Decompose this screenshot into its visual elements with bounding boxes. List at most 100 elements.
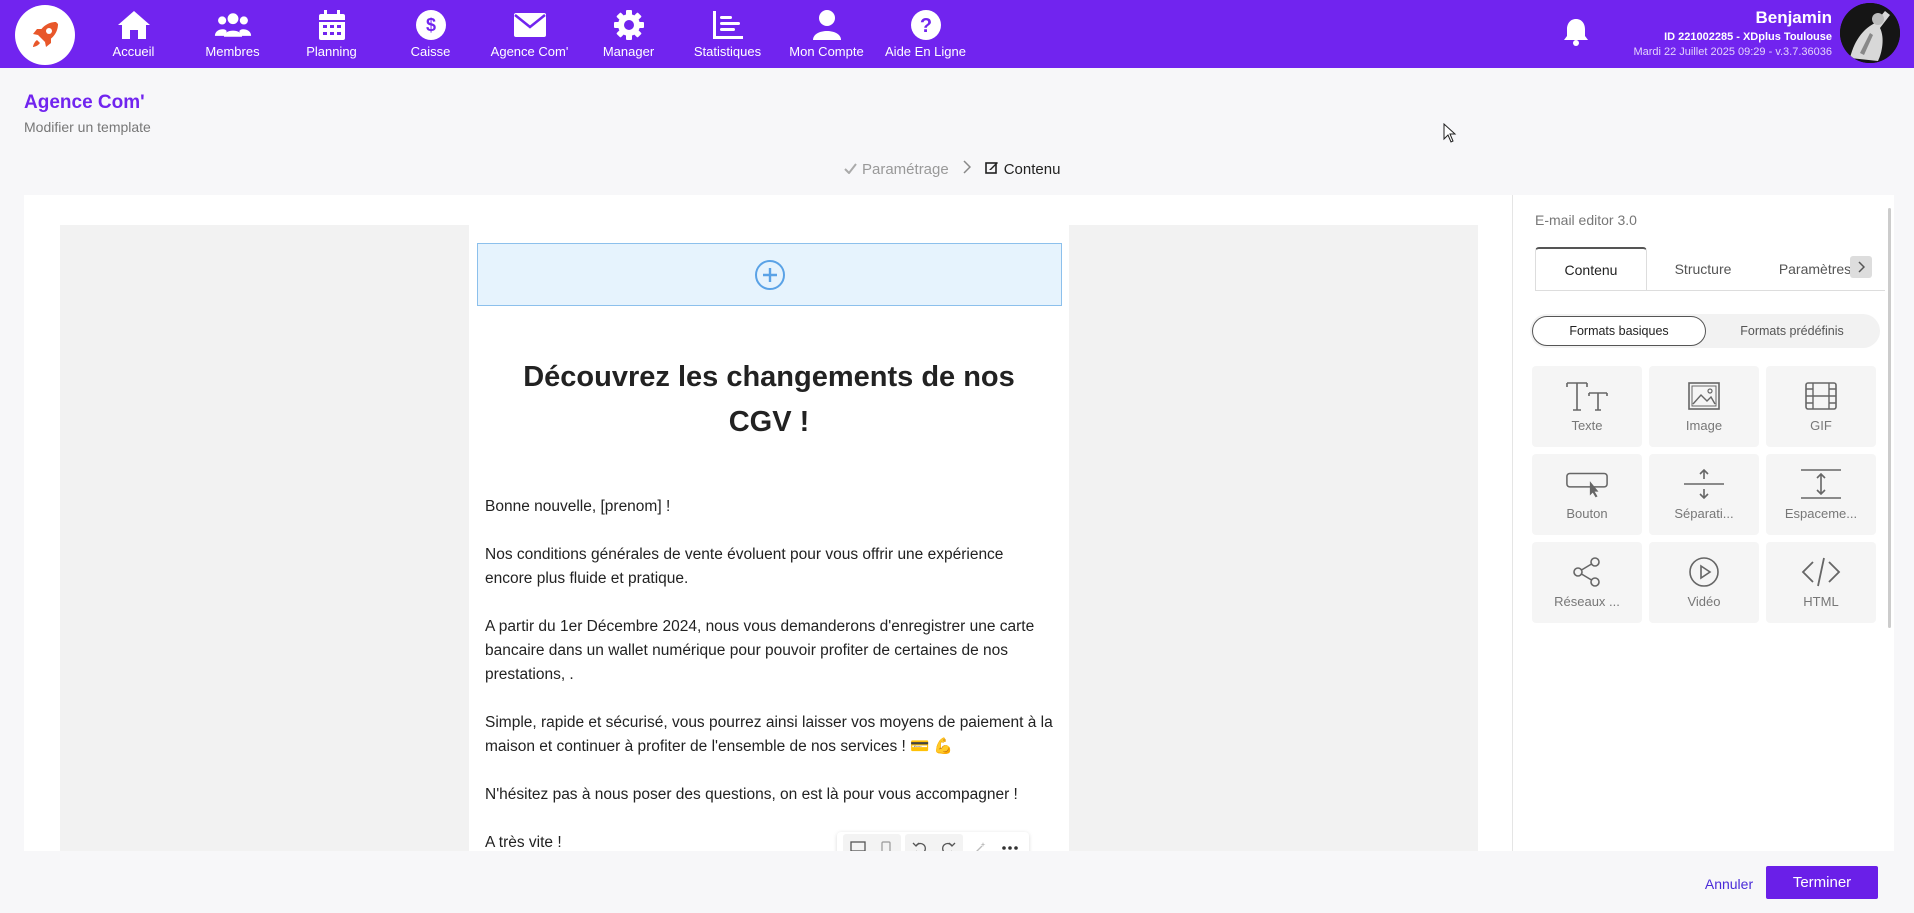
block-label: Texte: [1571, 418, 1603, 433]
block-separateur[interactable]: Séparati...: [1649, 454, 1759, 535]
block-label: HTML: [1803, 594, 1839, 609]
nav-item-accueil[interactable]: Accueil: [84, 0, 183, 68]
users-icon: [214, 8, 252, 42]
nav-label: Accueil: [112, 44, 155, 59]
share-icon: [1565, 554, 1609, 590]
block-label: GIF: [1810, 418, 1832, 433]
segment-formats-basiques[interactable]: Formats basiques: [1532, 316, 1706, 346]
footer-bar: [0, 851, 1914, 913]
block-espacement[interactable]: Espaceme...: [1766, 454, 1876, 535]
block-gif[interactable]: GIF: [1766, 366, 1876, 447]
tab-contenu[interactable]: Contenu: [1535, 247, 1647, 290]
email-headline[interactable]: Découvrez les changements de nos CGV !: [509, 355, 1029, 445]
block-video[interactable]: Vidéo: [1649, 542, 1759, 623]
user-name: Benjamin: [1755, 8, 1832, 27]
block-label: Vidéo: [1687, 594, 1721, 609]
bell-icon[interactable]: [1562, 17, 1590, 47]
avatar[interactable]: [1840, 3, 1900, 63]
segment-formats-predefinis[interactable]: Formats prédéfinis: [1706, 316, 1878, 346]
help-icon: ?: [907, 8, 945, 42]
nav-item-planning[interactable]: Planning: [282, 0, 381, 68]
add-block-button[interactable]: [477, 243, 1062, 306]
button-icon: [1565, 466, 1609, 502]
block-image[interactable]: Image: [1649, 366, 1759, 447]
code-icon: [1799, 554, 1843, 590]
nav-item-mon-compte[interactable]: Mon Compte: [777, 0, 876, 68]
editor-area: Découvrez les changements de nos CGV ! B…: [24, 195, 1514, 851]
email-paragraph: Nos conditions générales de vente évolue…: [485, 546, 1004, 587]
email-paragraph: N'hésitez pas à nous poser des questions…: [485, 786, 1018, 803]
text-icon: [1565, 378, 1609, 414]
main-nav: Accueil Membres Planning $ Caisse Agence…: [84, 0, 975, 68]
user-id-line: ID 221002285 - XDplus Toulouse: [1664, 31, 1832, 43]
gear-icon: [610, 8, 648, 42]
block-bouton[interactable]: Bouton: [1532, 454, 1642, 535]
block-label: Image: [1685, 418, 1723, 433]
film-icon: [1799, 378, 1843, 414]
nav-item-aide-en-ligne[interactable]: ? Aide En Ligne: [876, 0, 975, 68]
tab-structure[interactable]: Structure: [1647, 247, 1759, 290]
user-info: Benjamin ID 221002285 - XDplus Toulouse …: [1633, 8, 1832, 58]
nav-label: Agence Com': [490, 44, 569, 59]
block-label: Bouton: [1566, 506, 1608, 521]
nav-item-statistiques[interactable]: Statistiques: [678, 0, 777, 68]
chevron-right-icon[interactable]: [1850, 256, 1872, 278]
step-label: Contenu: [1003, 160, 1061, 178]
page-title: Agence Com': [24, 92, 145, 113]
email-text-block[interactable]: Bonne nouvelle, [prenom] ! Nos condition…: [485, 495, 1055, 851]
chevron-right-icon: [963, 160, 971, 178]
nav-label: Caisse: [410, 44, 451, 59]
panel-title: E-mail editor 3.0: [1535, 212, 1637, 228]
home-icon: [115, 8, 153, 42]
divider-icon: [1682, 466, 1726, 502]
block-reseaux-sociaux[interactable]: Réseaux ...: [1532, 542, 1642, 623]
nav-label: Planning: [306, 44, 357, 59]
cancel-button[interactable]: Annuler: [1699, 869, 1759, 899]
nav-item-manager[interactable]: Manager: [579, 0, 678, 68]
step-contenu[interactable]: Contenu: [984, 160, 1061, 178]
nav-label: Manager: [602, 44, 655, 59]
content-blocks-grid: Texte Image GIF Bouton Séparati... Espac…: [1532, 366, 1878, 623]
rocket-logo-icon[interactable]: [15, 5, 75, 65]
nav-item-membres[interactable]: Membres: [183, 0, 282, 68]
play-icon: [1682, 554, 1726, 590]
nav-label: Aide En Ligne: [885, 44, 966, 59]
image-icon: [1682, 378, 1726, 414]
nav-item-agence-com[interactable]: Agence Com': [480, 0, 579, 68]
dollar-icon: $: [412, 8, 450, 42]
svg-text:$: $: [425, 15, 435, 35]
panel-scrollbar[interactable]: [1888, 208, 1891, 628]
user-date-line: Mardi 22 Juillet 2025 09:29 - v.3.7.3603…: [1633, 46, 1832, 58]
top-nav-bar: Accueil Membres Planning $ Caisse Agence…: [0, 0, 1914, 68]
block-html[interactable]: HTML: [1766, 542, 1876, 623]
calendar-icon: [313, 8, 351, 42]
svg-text:?: ?: [919, 15, 931, 37]
email-paragraph: Simple, rapide et sécurisé, vous pourrez…: [485, 714, 1053, 755]
format-segmented-control: Formats basiques Formats prédéfinis: [1530, 314, 1880, 348]
email-paragraph: Bonne nouvelle, [prenom] !: [485, 498, 671, 515]
page-subtitle: Modifier un template: [24, 119, 151, 135]
step-label: Paramétrage: [862, 160, 949, 178]
block-label: Réseaux ...: [1554, 594, 1620, 609]
block-label: Espaceme...: [1784, 506, 1858, 521]
nav-item-caisse[interactable]: $ Caisse: [381, 0, 480, 68]
step-parametrage[interactable]: Paramétrage: [844, 161, 949, 178]
finish-button[interactable]: Terminer: [1766, 866, 1878, 899]
nav-label: Statistiques: [693, 44, 762, 59]
block-label: Séparati...: [1674, 506, 1734, 521]
check-icon: [844, 161, 857, 178]
nav-label: Mon Compte: [789, 44, 864, 59]
mouse-cursor-icon: [1443, 122, 1457, 148]
chart-icon: [709, 8, 747, 42]
envelope-icon: [511, 8, 549, 42]
user-icon: [808, 8, 846, 42]
email-paragraph: A partir du 1er Décembre 2024, nous vous…: [485, 618, 1035, 683]
plus-circle-icon: [754, 259, 785, 290]
email-body[interactable]: Découvrez les changements de nos CGV ! B…: [469, 225, 1069, 851]
block-texte[interactable]: Texte: [1532, 366, 1642, 447]
edit-icon: [984, 160, 999, 178]
spacer-icon: [1799, 466, 1843, 502]
panel-tabs: Contenu Structure Paramètres: [1535, 247, 1885, 291]
stepper: Paramétrage Contenu: [844, 160, 1060, 178]
email-canvas: Découvrez les changements de nos CGV ! B…: [60, 225, 1478, 851]
